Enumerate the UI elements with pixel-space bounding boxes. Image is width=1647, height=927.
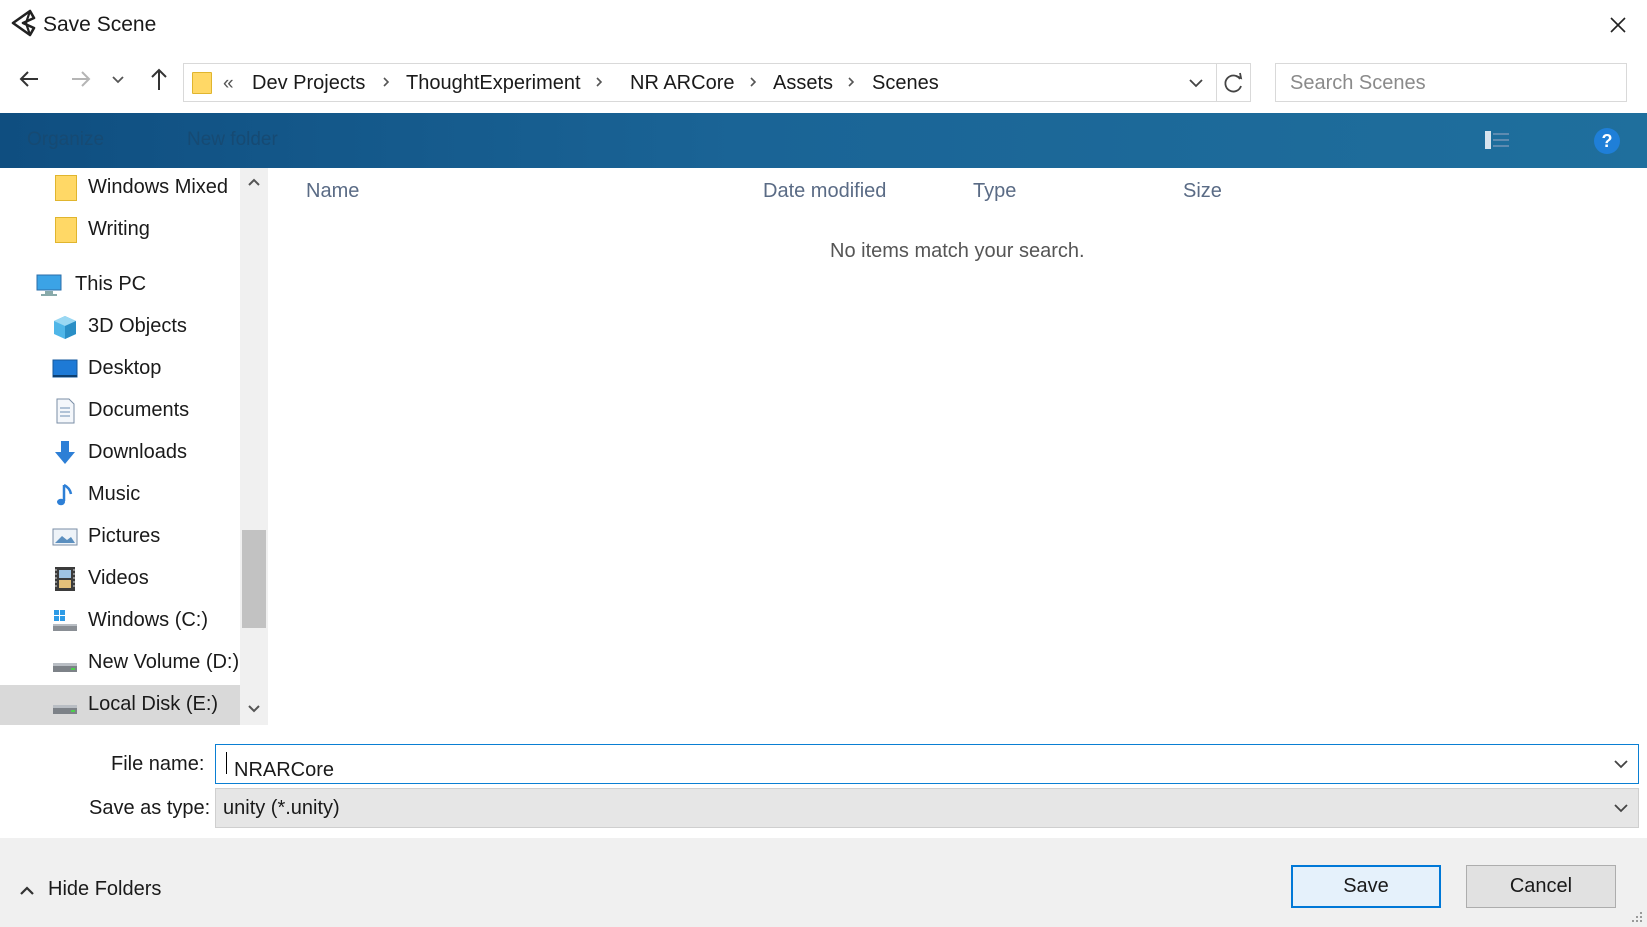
nav-item-label: Local Disk (E:)	[88, 693, 219, 715]
breadcrumb-separator-icon[interactable]	[593, 75, 605, 89]
folder-icon	[192, 72, 212, 94]
window-title: Save Scene	[43, 13, 157, 36]
save-form: File name: NRARCore Save as type: unity …	[0, 725, 1647, 838]
documents-icon	[56, 398, 75, 424]
drive-icon	[53, 663, 77, 672]
windows-drive-icon	[53, 610, 77, 631]
pictures-icon	[52, 528, 78, 546]
breadcrumb-dev-projects[interactable]: Dev Projects	[252, 72, 365, 95]
nav-item-label: Desktop	[88, 357, 162, 379]
nav-item-3d-objects[interactable]: 3D Objects	[0, 307, 240, 347]
breadcrumb-nr-arcore[interactable]: NR ARCore	[630, 72, 734, 95]
scroll-up-icon[interactable]	[246, 176, 262, 188]
nav-item-label: 3D Objects	[88, 315, 187, 337]
nav-item-this-pc[interactable]: This PC	[0, 265, 240, 305]
chevron-down-icon[interactable]	[1612, 757, 1630, 771]
nav-item-new-volume-d[interactable]: New Volume (D:)	[0, 643, 240, 683]
folder-icon	[55, 217, 77, 243]
column-header-date-modified[interactable]: Date modified	[763, 180, 886, 203]
search-input[interactable]: Search Scenes	[1275, 63, 1627, 102]
nav-item-videos[interactable]: Videos	[0, 559, 240, 599]
nav-item-label: This PC	[75, 273, 147, 295]
breadcrumb-separator-icon[interactable]	[747, 75, 759, 89]
cube-icon	[54, 316, 76, 339]
nav-item-label: Writing	[88, 218, 150, 240]
nav-item-music[interactable]: Music	[0, 475, 240, 515]
file-name-input[interactable]: NRARCore	[215, 744, 1639, 784]
nav-item-label: Windows (C:)	[88, 609, 209, 631]
scroll-down-icon[interactable]	[246, 703, 262, 715]
dialog-footer: Hide Folders Save Cancel	[0, 838, 1647, 927]
text-caret	[226, 752, 227, 774]
new-folder-button[interactable]: New folder	[187, 129, 278, 151]
nav-item-documents[interactable]: Documents	[0, 391, 240, 431]
nav-scrollbar[interactable]	[240, 168, 268, 725]
file-name-value: NRARCore	[234, 759, 335, 781]
breadcrumb-separator-icon[interactable]	[380, 75, 392, 89]
nav-item-label: New Volume (D:)	[88, 651, 240, 673]
scroll-thumb[interactable]	[242, 530, 266, 628]
column-header-size[interactable]: Size	[1183, 180, 1222, 203]
nav-item-writing[interactable]: Writing	[0, 210, 240, 250]
refresh-icon	[1224, 72, 1243, 93]
nav-item-label: Windows Mixed	[88, 176, 229, 198]
nav-item-label: Downloads	[88, 441, 187, 463]
title-bar: Save Scene	[0, 0, 1647, 50]
computer-icon	[36, 274, 62, 296]
save-type-label: Save as type:	[89, 797, 211, 819]
nav-item-desktop[interactable]: Desktop	[0, 349, 240, 389]
view-options-icon[interactable]	[1483, 128, 1513, 152]
breadcrumb-thoughtexperiment[interactable]: ThoughtExperiment	[406, 72, 581, 95]
command-toolbar: Organize New folder ?	[0, 113, 1647, 168]
desktop-icon	[52, 359, 78, 378]
chevron-up-icon	[20, 886, 34, 895]
navigation-pane: Windows Mixed Writing This PC 3D Objects…	[0, 168, 268, 725]
save-button[interactable]: Save	[1291, 865, 1441, 908]
file-name-label: File name:	[111, 753, 205, 775]
file-list: Name Date modified Type Size No items ma…	[270, 168, 1647, 725]
nav-item-windows-c[interactable]: Windows (C:)	[0, 601, 240, 641]
nav-item-label: Documents	[88, 399, 190, 421]
drive-icon	[53, 705, 77, 714]
nav-item-label: Videos	[88, 567, 149, 589]
breadcrumb-assets[interactable]: Assets	[773, 72, 833, 95]
nav-item-pictures[interactable]: Pictures	[0, 517, 240, 557]
folder-icon	[55, 175, 77, 201]
recent-locations-chevron-icon[interactable]	[108, 62, 128, 96]
column-header-name[interactable]: Name	[306, 180, 359, 203]
save-type-select[interactable]: unity (*.unity)	[215, 788, 1639, 828]
organize-button[interactable]: Organize	[27, 129, 104, 151]
save-type-value: unity (*.unity)	[223, 797, 340, 819]
download-icon	[55, 441, 75, 464]
resize-grip-icon[interactable]	[1630, 910, 1644, 924]
forward-arrow-icon[interactable]	[66, 62, 96, 96]
unity-logo-icon	[11, 9, 36, 37]
videos-icon	[55, 567, 75, 591]
cancel-button[interactable]: Cancel	[1466, 865, 1616, 908]
nav-item-downloads[interactable]: Downloads	[0, 433, 240, 473]
search-placeholder: Search Scenes	[1290, 72, 1426, 94]
help-icon[interactable]: ?	[1593, 127, 1621, 155]
breadcrumb-separator-icon[interactable]	[845, 75, 857, 89]
refresh-button[interactable]	[1217, 63, 1251, 102]
nav-item-windows-mixed[interactable]: Windows Mixed	[0, 168, 240, 208]
column-header-type[interactable]: Type	[973, 180, 1016, 203]
svg-text:?: ?	[1602, 131, 1613, 151]
back-arrow-icon[interactable]	[14, 62, 44, 96]
music-icon	[57, 483, 73, 506]
nav-item-local-disk-e[interactable]: Local Disk (E:)	[0, 685, 240, 725]
breadcrumb-overflow[interactable]: «	[223, 73, 234, 95]
nav-item-label: Pictures	[88, 525, 161, 547]
address-bar[interactable]: « Dev Projects ThoughtExperiment NR ARCo…	[183, 63, 1217, 102]
nav-item-label: Music	[88, 483, 141, 505]
empty-message: No items match your search.	[830, 240, 1085, 262]
breadcrumb-scenes[interactable]: Scenes	[872, 72, 939, 95]
address-dropdown-icon[interactable]	[1186, 74, 1206, 92]
chevron-down-icon[interactable]	[1612, 801, 1630, 815]
hide-folders-label: Hide Folders	[48, 878, 162, 900]
up-arrow-icon[interactable]	[144, 62, 174, 96]
address-row: « Dev Projects ThoughtExperiment NR ARCo…	[0, 56, 1647, 106]
close-icon[interactable]	[1601, 8, 1635, 42]
